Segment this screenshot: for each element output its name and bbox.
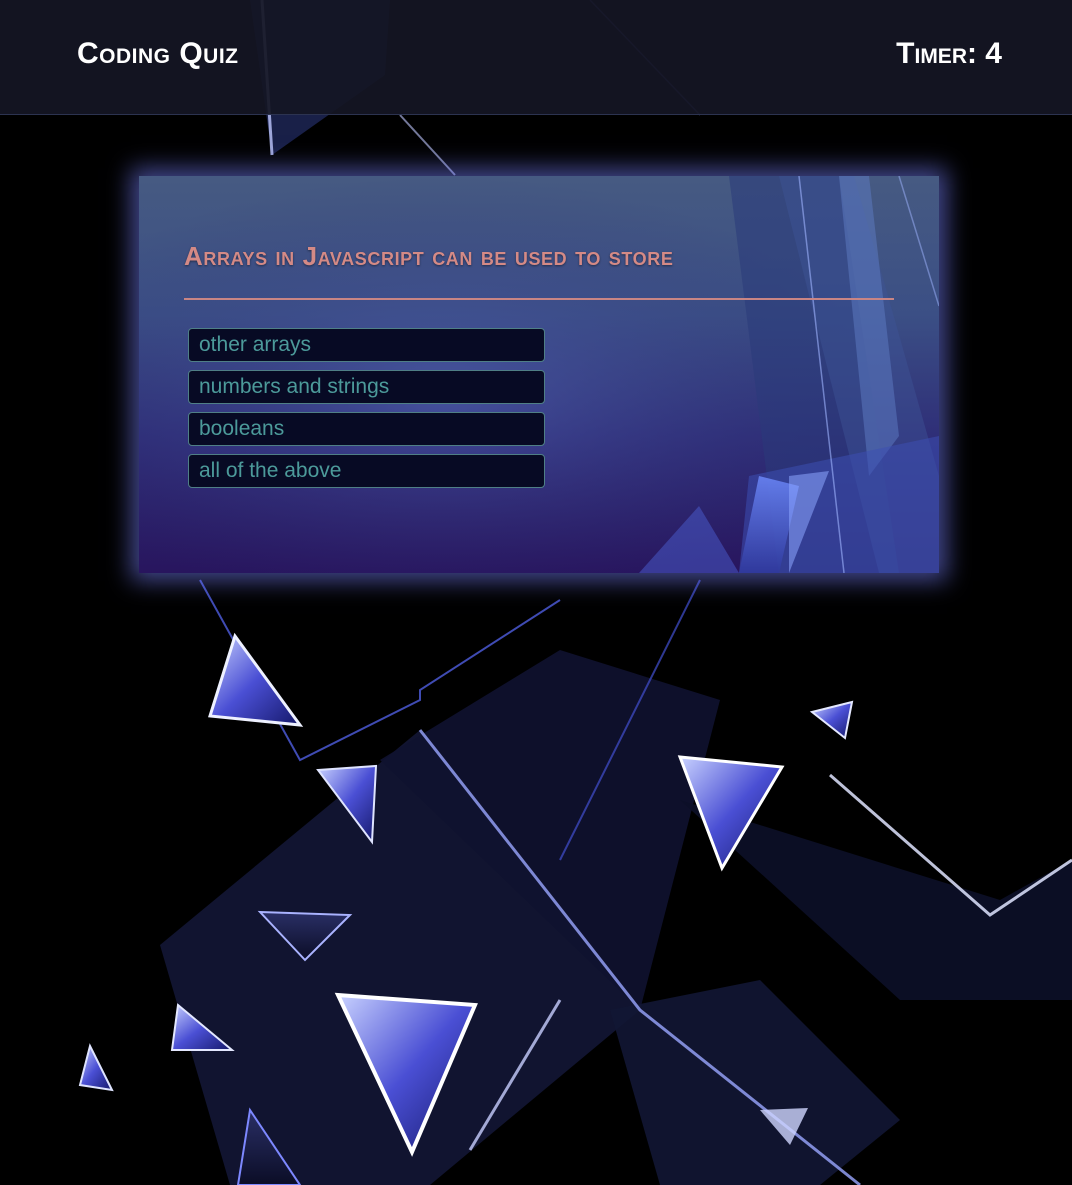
answer-item: other arrays [188, 328, 545, 362]
answer-item: numbers and strings [188, 370, 545, 404]
timer-display: Timer: 4 [896, 37, 1002, 70]
top-header: Coding Quiz Timer: 4 [0, 0, 1072, 115]
app-title: Coding Quiz [77, 37, 239, 70]
question-text: Arrays in Javascript can be used to stor… [184, 241, 674, 271]
question-card: Arrays in Javascript can be used to stor… [139, 176, 939, 573]
question-divider [184, 298, 894, 300]
answer-button-2[interactable]: numbers and strings [188, 370, 545, 404]
answer-button-4[interactable]: all of the above [188, 454, 545, 488]
answer-item: booleans [188, 412, 545, 446]
answer-item: all of the above [188, 454, 545, 488]
answer-button-1[interactable]: other arrays [188, 328, 545, 362]
answer-button-3[interactable]: booleans [188, 412, 545, 446]
quiz-page: Coding Quiz Timer: 4 Arrays in Javascrip… [0, 0, 1072, 1185]
answer-list: other arrays numbers and strings boolean… [188, 328, 545, 496]
